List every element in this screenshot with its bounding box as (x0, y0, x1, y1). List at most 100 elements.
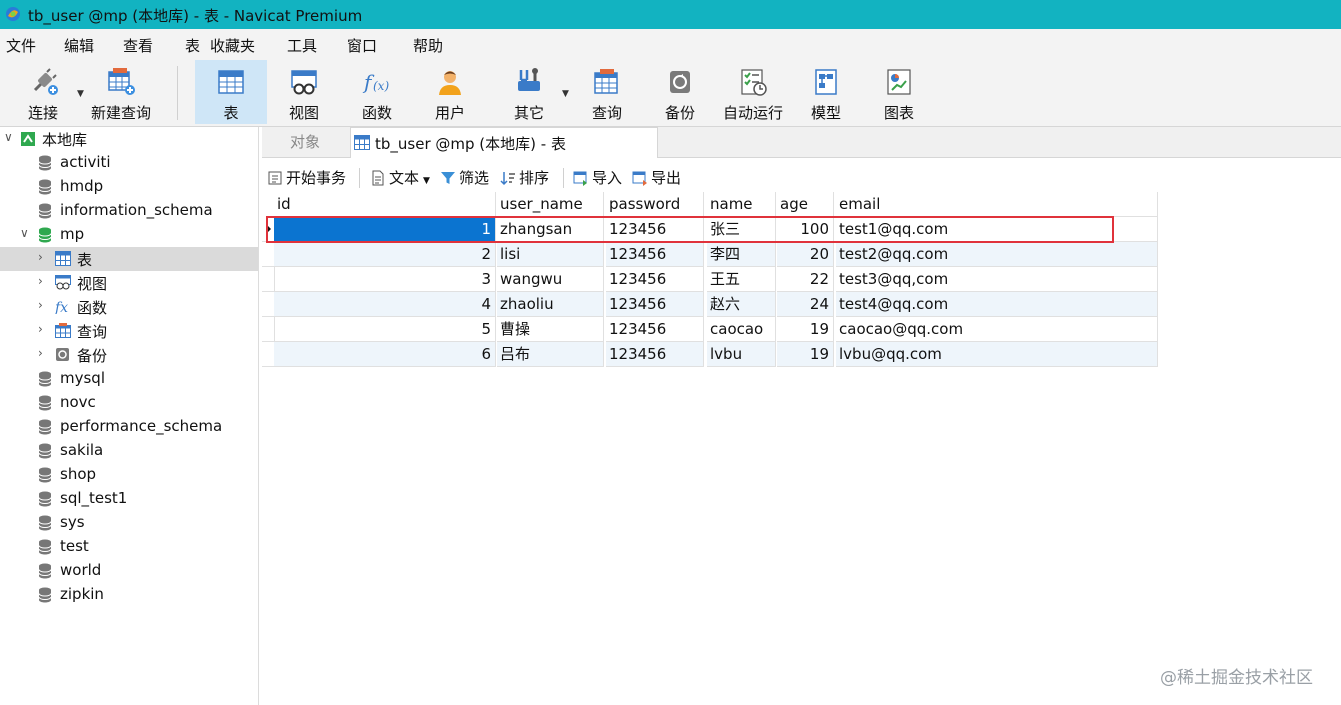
column-header-email[interactable]: email (836, 192, 1158, 217)
table-cell-password[interactable]: 123456 (606, 342, 704, 367)
table-cell-name[interactable]: 李四 (707, 242, 776, 267)
table-cell-user_name[interactable]: lisi (497, 242, 604, 267)
automation-button[interactable]: 自动运行 (718, 60, 788, 124)
collapse-icon[interactable]: ∨ (20, 226, 29, 240)
table-cell-user_name[interactable]: zhaoliu (497, 292, 604, 317)
table-row[interactable]: 6 吕布 123456 lvbu 19 lvbu@qq.com (262, 342, 1159, 367)
table-button[interactable]: 表 (195, 60, 267, 124)
table-cell-user_name[interactable]: wangwu (497, 267, 604, 292)
tree-database-information_schema[interactable]: information_schema (0, 199, 258, 223)
tree-database-performance_schema[interactable]: performance_schema (0, 415, 258, 439)
table-cell-user_name[interactable]: 曹操 (497, 317, 604, 342)
tree-database-world[interactable]: world (0, 559, 258, 583)
table-cell-password[interactable]: 123456 (606, 267, 704, 292)
menu-file[interactable]: 文件 (6, 35, 36, 56)
column-header-age[interactable]: age (777, 192, 834, 217)
expand-icon[interactable]: › (38, 346, 43, 360)
expand-icon[interactable]: › (38, 274, 43, 288)
user-button[interactable]: 用户 (416, 60, 484, 124)
table-cell-age[interactable]: 20 (777, 242, 834, 267)
table-cell-id[interactable]: 5 (274, 317, 496, 342)
column-header-password[interactable]: password (606, 192, 704, 217)
table-cell-password[interactable]: 123456 (606, 292, 704, 317)
table-cell-name[interactable]: 王五 (707, 267, 776, 292)
table-row[interactable]: 5 曹操 123456 caocao 19 caocao@qq.com (262, 317, 1159, 342)
table-row[interactable]: 4 zhaoliu 123456 赵六 24 test4@qq.com (262, 292, 1159, 317)
sort-button[interactable]: 排序 (500, 167, 549, 188)
tree-item-backup[interactable]: › 备份 (0, 343, 258, 367)
table-cell-id[interactable]: 6 (274, 342, 496, 367)
expand-icon[interactable]: › (38, 298, 43, 312)
tree-item-table[interactable]: › 表 (0, 247, 258, 271)
table-cell-user_name[interactable]: 吕布 (497, 342, 604, 367)
view-button[interactable]: 视图 (270, 60, 338, 124)
column-header-id[interactable]: id (274, 192, 496, 217)
menu-view[interactable]: 查看 (123, 35, 153, 56)
export-button[interactable]: 导出 (632, 167, 681, 188)
column-header-name[interactable]: name (707, 192, 776, 217)
table-cell-age[interactable]: 24 (777, 292, 834, 317)
menu-window[interactable]: 窗口 (347, 35, 377, 56)
new-query-button[interactable]: 新建查询 (88, 60, 154, 124)
expand-icon[interactable]: › (38, 250, 43, 264)
chart-button[interactable]: 图表 (868, 60, 930, 124)
tree-database-shop[interactable]: shop (0, 463, 258, 487)
tree-item-view[interactable]: › 视图 (0, 271, 258, 295)
table-cell-name[interactable]: caocao (707, 317, 776, 342)
tree-database-sys[interactable]: sys (0, 511, 258, 535)
table-cell-id[interactable]: 3 (274, 267, 496, 292)
query-button[interactable]: 查询 (574, 60, 640, 124)
table-cell-password[interactable]: 123456 (606, 242, 704, 267)
model-button[interactable]: 模型 (795, 60, 857, 124)
table-cell-password[interactable]: 123456 (606, 317, 704, 342)
menu-tools[interactable]: 工具 (287, 35, 317, 56)
menu-favorites[interactable]: 收藏夹 (210, 35, 255, 56)
table-row[interactable]: 2 lisi 123456 李四 20 test2@qq.com (262, 242, 1159, 267)
table-row[interactable]: 3 wangwu 123456 王五 22 test3@qq,com (262, 267, 1159, 292)
tools-icon (518, 68, 540, 91)
text-button[interactable]: 文本 ▼ (370, 167, 430, 188)
backup-button[interactable]: 备份 (648, 60, 712, 124)
tree-database-sakila[interactable]: sakila (0, 439, 258, 463)
menu-edit[interactable]: 编辑 (64, 35, 94, 56)
tree-database-zipkin[interactable]: zipkin (0, 583, 258, 607)
tab-objects[interactable]: 对象 (262, 127, 348, 157)
table-cell-name[interactable]: 赵六 (707, 292, 776, 317)
tree-database-novc[interactable]: novc (0, 391, 258, 415)
table-cell-age[interactable]: 22 (777, 267, 834, 292)
table-cell-age[interactable]: 19 (777, 317, 834, 342)
tree-database-activiti[interactable]: activiti (0, 151, 258, 175)
tree-connection-local[interactable]: ∨ 本地库 (0, 127, 258, 151)
function-button[interactable]: f (x) 函数 (343, 60, 411, 124)
table-cell-email[interactable]: test2@qq.com (836, 242, 1158, 267)
begin-transaction-button[interactable]: 开始事务 (267, 167, 346, 188)
table-cell-id[interactable]: 4 (274, 292, 496, 317)
tree-item-function[interactable]: › fx 函数 (0, 295, 258, 319)
tree-database-test[interactable]: test (0, 535, 258, 559)
table-cell-email[interactable]: caocao@qq.com (836, 317, 1158, 342)
tree-item-query[interactable]: › 查询 (0, 319, 258, 343)
table-cell-email[interactable]: test3@qq,com (836, 267, 1158, 292)
table-cell-age[interactable]: 19 (777, 342, 834, 367)
table-cell-email[interactable]: lvbu@qq.com (836, 342, 1158, 367)
table-cell-id[interactable]: 2 (274, 242, 496, 267)
table-cell-name[interactable]: lvbu (707, 342, 776, 367)
database-icon (38, 155, 52, 171)
column-header-user_name[interactable]: user_name (497, 192, 604, 217)
tree-database-mysql[interactable]: mysql (0, 367, 258, 391)
menu-help[interactable]: 帮助 (413, 35, 443, 56)
tree-database-sql_test1[interactable]: sql_test1 (0, 487, 258, 511)
tab-tb-user[interactable]: tb_user @mp (本地库) - 表 (350, 127, 658, 158)
table-cell-email[interactable]: test4@qq.com (836, 292, 1158, 317)
connect-button[interactable]: 连接 (18, 60, 68, 124)
tree-database-hmdp[interactable]: hmdp (0, 175, 258, 199)
menu-table[interactable]: 表 (185, 35, 200, 56)
tree-database-mp[interactable]: ∨ mp (0, 223, 258, 247)
import-button[interactable]: 导入 (573, 167, 622, 188)
collapse-icon[interactable]: ∨ (4, 130, 13, 144)
filter-button[interactable]: 筛选 (440, 167, 489, 188)
other-dropdown-icon[interactable]: ▼ (562, 89, 569, 99)
connect-dropdown-icon[interactable]: ▼ (77, 89, 84, 99)
expand-icon[interactable]: › (38, 322, 43, 336)
other-button[interactable]: 其它 (494, 60, 564, 124)
